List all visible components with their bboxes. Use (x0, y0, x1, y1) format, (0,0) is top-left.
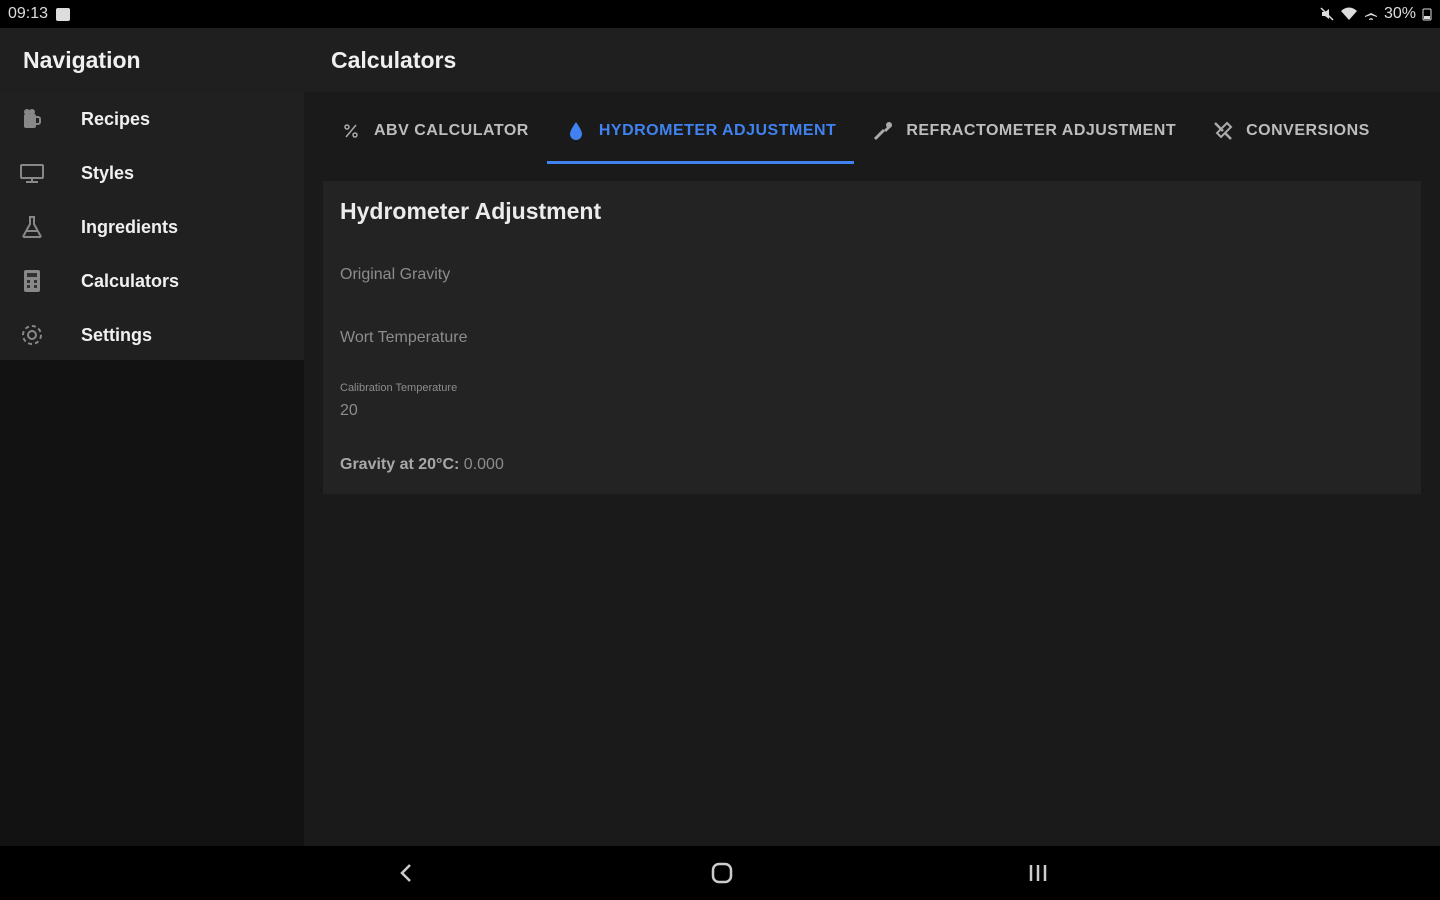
tab-abv-calculator[interactable]: ABV CALCULATOR (322, 98, 547, 164)
back-button[interactable] (386, 858, 426, 888)
battery-icon (1422, 8, 1432, 21)
status-time: 09:13 (8, 5, 49, 22)
recents-icon (1029, 865, 1047, 881)
percent-icon (340, 120, 362, 142)
tab-label: HYDROMETER ADJUSTMENT (598, 122, 837, 139)
hydrometer-card: Hydrometer Adjustment Original Gravity W… (323, 181, 1421, 494)
chevron-left-icon (400, 864, 411, 882)
sidebar-item-label: Recipes (81, 108, 151, 129)
airplane-icon (1364, 8, 1377, 20)
gear-icon (18, 321, 46, 349)
gravity-result: Gravity at 20°C: 0.000 (340, 456, 504, 474)
wort-temperature-field[interactable]: Wort Temperature (340, 329, 1404, 347)
original-gravity-field[interactable]: Original Gravity (340, 266, 1404, 284)
tab-label: CONVERSIONS (1246, 122, 1370, 139)
tab-label: REFRACTOMETER ADJUSTMENT (906, 122, 1177, 139)
gallery-notification-icon (56, 7, 71, 21)
tab-label: ABV CALCULATOR (374, 122, 529, 139)
result-label: Gravity at 20°C: (340, 456, 460, 473)
beer-icon (18, 105, 46, 133)
calculator-tabs: ABV CALCULATOR HYDROMETER ADJUSTMENT REF… (322, 98, 1388, 164)
result-value: 0.000 (463, 456, 504, 473)
sidebar-item-ingredients[interactable]: Ingredients (0, 200, 304, 254)
status-bar: 09:13 30% (0, 0, 1440, 28)
sidebar-item-label: Calculators (81, 270, 180, 291)
sidebar-item-settings[interactable]: Settings (0, 308, 304, 362)
calculator-icon (18, 267, 46, 295)
wifi-icon (1340, 7, 1357, 20)
system-nav-bar (0, 846, 1440, 900)
recents-button[interactable] (1018, 858, 1058, 888)
wort-temperature-placeholder: Wort Temperature (340, 329, 468, 346)
nav-list: Recipes Styles Ingredients Calculators S… (0, 92, 304, 360)
mute-icon (1320, 7, 1334, 21)
tools-icon (1212, 120, 1234, 142)
tab-hydrometer-adjustment[interactable]: HYDROMETER ADJUSTMENT (546, 98, 855, 164)
sidebar-item-calculators[interactable]: Calculators (0, 254, 304, 308)
sidebar-item-recipes[interactable]: Recipes (0, 92, 304, 146)
calibration-temperature-field[interactable]: Calibration Temperature 20 (340, 382, 1404, 420)
tab-refractometer-adjustment[interactable]: REFRACTOMETER ADJUSTMENT (854, 98, 1194, 164)
sidebar-item-label: Ingredients (81, 216, 179, 237)
page-title: Calculators (304, 28, 1440, 92)
tab-conversions[interactable]: CONVERSIONS (1194, 98, 1388, 164)
eyedropper-icon (872, 120, 894, 142)
drop-icon (565, 120, 587, 142)
flask-icon (18, 213, 46, 241)
home-button[interactable] (702, 858, 742, 888)
card-title: Hydrometer Adjustment (340, 198, 602, 224)
sidebar-item-styles[interactable]: Styles (0, 146, 304, 200)
drawer-title: Navigation (0, 28, 304, 92)
calibration-temperature-label: Calibration Temperature (340, 382, 458, 394)
sidebar-item-label: Styles (81, 162, 135, 183)
original-gravity-placeholder: Original Gravity (340, 266, 451, 283)
display-icon (18, 159, 46, 187)
main-content: Calculators ABV CALCULATOR HYDROMETER AD… (304, 28, 1440, 846)
sidebar-item-label: Settings (81, 324, 153, 345)
calibration-temperature-value: 20 (340, 402, 358, 419)
navigation-drawer: Navigation Recipes Styles Ingredients Ca… (0, 28, 304, 846)
home-icon (711, 862, 733, 884)
battery-percent: 30% (1383, 5, 1416, 22)
